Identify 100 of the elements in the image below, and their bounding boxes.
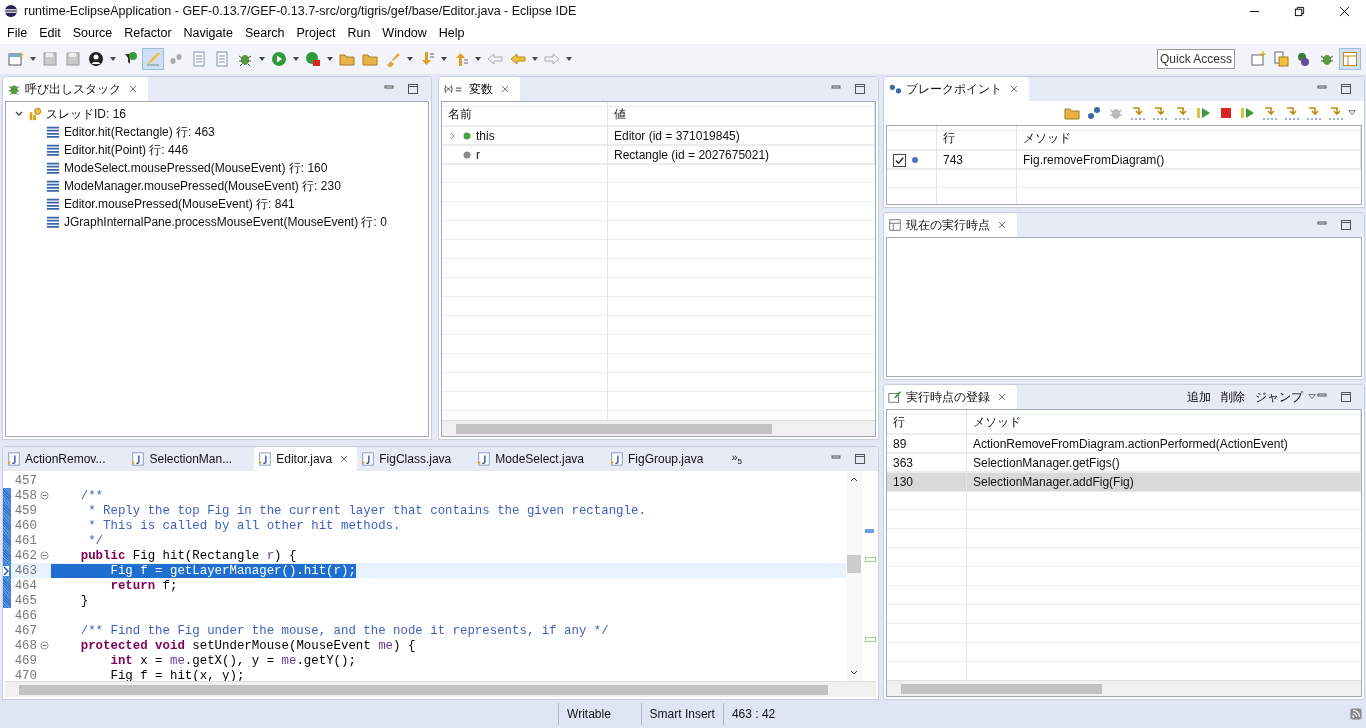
column-header[interactable]: メソッド [973, 413, 1021, 431]
menu-item[interactable]: Window [376, 24, 433, 42]
column-header[interactable]: 行 [893, 413, 905, 431]
line-number: 461 [13, 533, 37, 548]
menu-item[interactable]: Run [341, 24, 377, 42]
dropdown-icon[interactable] [1308, 393, 1316, 401]
caret-icon[interactable] [109, 55, 117, 63]
table-row[interactable]: r Rectangle (id = 2027675021) [442, 146, 875, 165]
scroll-thumb[interactable] [19, 685, 829, 695]
caret-icon[interactable] [326, 55, 334, 63]
caret-icon[interactable] [258, 55, 266, 63]
view-title: ブレークポイント [906, 80, 1002, 98]
table-row[interactable]: this Editor (id = 371019845) [442, 127, 875, 146]
horizontal-scrollbar[interactable] [442, 420, 875, 436]
maximize-icon[interactable] [1340, 391, 1352, 403]
run-stop-icon[interactable] [303, 49, 323, 69]
dropdown-icon[interactable] [1348, 109, 1356, 117]
menu-item[interactable]: Refactor [118, 24, 178, 42]
field-dot-icon [462, 131, 472, 141]
maximize-icon[interactable] [407, 83, 419, 95]
quick-access-field[interactable]: Quick Access [1157, 49, 1235, 69]
caret-icon[interactable] [292, 55, 300, 63]
scroll-thumb[interactable] [847, 555, 861, 573]
close-icon[interactable] [1339, 5, 1350, 17]
caret-icon[interactable] [29, 55, 37, 63]
view-tab[interactable]: 変数 [439, 77, 520, 101]
person-icon[interactable] [86, 49, 106, 69]
column-header[interactable]: 名前 [448, 105, 472, 123]
view-action[interactable]: ジャンプ [1250, 388, 1308, 406]
table-cell: SelectionManager.addFig(Fig) [973, 475, 1134, 489]
view-title: 実行時点の登録 [906, 388, 990, 406]
fold-icon[interactable] [39, 491, 49, 500]
menu-item[interactable]: Source [66, 24, 119, 42]
view-tab[interactable]: 現在の実行時点 [884, 213, 1017, 237]
checkbox[interactable] [893, 153, 906, 167]
menu-item[interactable]: Search [238, 24, 291, 42]
view-action[interactable]: 削除 [1216, 388, 1250, 406]
stack-frame[interactable]: ModeSelect.mousePressed(MouseEvent) 行: 160 [64, 159, 328, 177]
editor-tab[interactable]: ModeSelect.java [473, 447, 606, 471]
caret-icon[interactable] [406, 55, 414, 63]
menu-item[interactable]: Edit [33, 24, 67, 42]
stack-frame-icon [46, 125, 60, 139]
horizontal-scrollbar[interactable] [5, 681, 876, 697]
maximize-icon[interactable] [1340, 83, 1352, 95]
feed-icon[interactable] [1350, 706, 1362, 722]
caret-icon[interactable] [565, 55, 573, 63]
stack-frame[interactable]: Editor.hit(Rectangle) 行: 463 [64, 123, 215, 141]
restore-icon[interactable] [1294, 5, 1305, 17]
line-number: 463 [13, 563, 37, 578]
documents-icon[interactable] [1271, 49, 1291, 69]
column-header[interactable]: メソッド [1023, 129, 1071, 147]
tab-overflow-count[interactable]: »$_{5}$ [731, 451, 742, 467]
editor-tab[interactable]: ActionRemov... [3, 447, 128, 471]
view-action[interactable]: 追加 [1182, 388, 1216, 406]
stack-frame[interactable]: Editor.hit(Point) 行: 446 [64, 141, 189, 159]
layout-icon[interactable] [1340, 49, 1360, 69]
caret-icon[interactable] [531, 55, 539, 63]
fold-icon[interactable] [39, 551, 49, 560]
menu-item[interactable]: Project [290, 24, 342, 42]
thread-label[interactable]: スレッドID: 16 [46, 105, 126, 123]
stack-frame-icon [46, 161, 60, 175]
line-number: 467 [13, 623, 37, 638]
editor-tab[interactable]: Editor.java [254, 447, 358, 471]
scroll-thumb[interactable] [456, 424, 772, 434]
editor-tab[interactable]: FigGroup.java [606, 447, 726, 471]
menu-item[interactable]: Help [432, 24, 471, 42]
variable-name: r [476, 148, 480, 162]
variable-value: Rectangle (id = 2027675021) [614, 148, 770, 162]
window-pin-icon [888, 390, 902, 404]
column-header[interactable]: 行 [943, 129, 955, 147]
stack-frame[interactable]: JGraphInternalPane.processMouseEvent(MouseEvent) 行: 0 [64, 213, 387, 231]
horizontal-scrollbar[interactable] [887, 680, 1361, 696]
maximize-icon[interactable] [854, 83, 866, 95]
table-row[interactable]: 89 ActionRemoveFromDiagram.actionPerformed(ActionEvent) [887, 435, 1361, 454]
java-file-icon [258, 452, 273, 466]
editor-tab[interactable]: SelectionMan... [127, 447, 255, 471]
editor-tab[interactable]: FigClass.java [357, 447, 474, 471]
run-icon[interactable] [269, 49, 289, 69]
table-cell: SelectionManager.getFigs() [973, 456, 1120, 470]
menu-item[interactable]: Navigate [177, 24, 239, 42]
view-title: 現在の実行時点 [906, 216, 990, 234]
line-number: 466 [13, 608, 37, 623]
menu-item[interactable]: File [1, 24, 34, 42]
column-header[interactable]: 値 [614, 105, 626, 123]
scroll-thumb[interactable] [901, 684, 1102, 694]
maximize-icon[interactable] [1340, 219, 1352, 231]
code-line: return f; [109, 578, 178, 593]
view-tab[interactable]: 呼び出しスタック [3, 77, 148, 101]
view-tab[interactable]: ブレークポイント [884, 77, 1029, 101]
line-number: 462 [13, 548, 37, 563]
maximize-icon[interactable] [854, 453, 866, 465]
stack-frame[interactable]: ModeManager.mousePressed(MouseEvent) 行: 230 [64, 177, 341, 195]
stack-frame[interactable]: Editor.mousePressed(MouseEvent) 行: 841 [64, 195, 295, 213]
vertical-scrollbar[interactable] [846, 471, 862, 681]
view-tab[interactable]: 実行時点の登録 [884, 385, 1017, 409]
caret-icon[interactable] [474, 55, 482, 63]
fold-icon[interactable] [39, 641, 49, 650]
caret-icon[interactable] [440, 55, 448, 63]
window-plus-icon[interactable] [1248, 49, 1268, 69]
java-file-icon [131, 452, 146, 466]
